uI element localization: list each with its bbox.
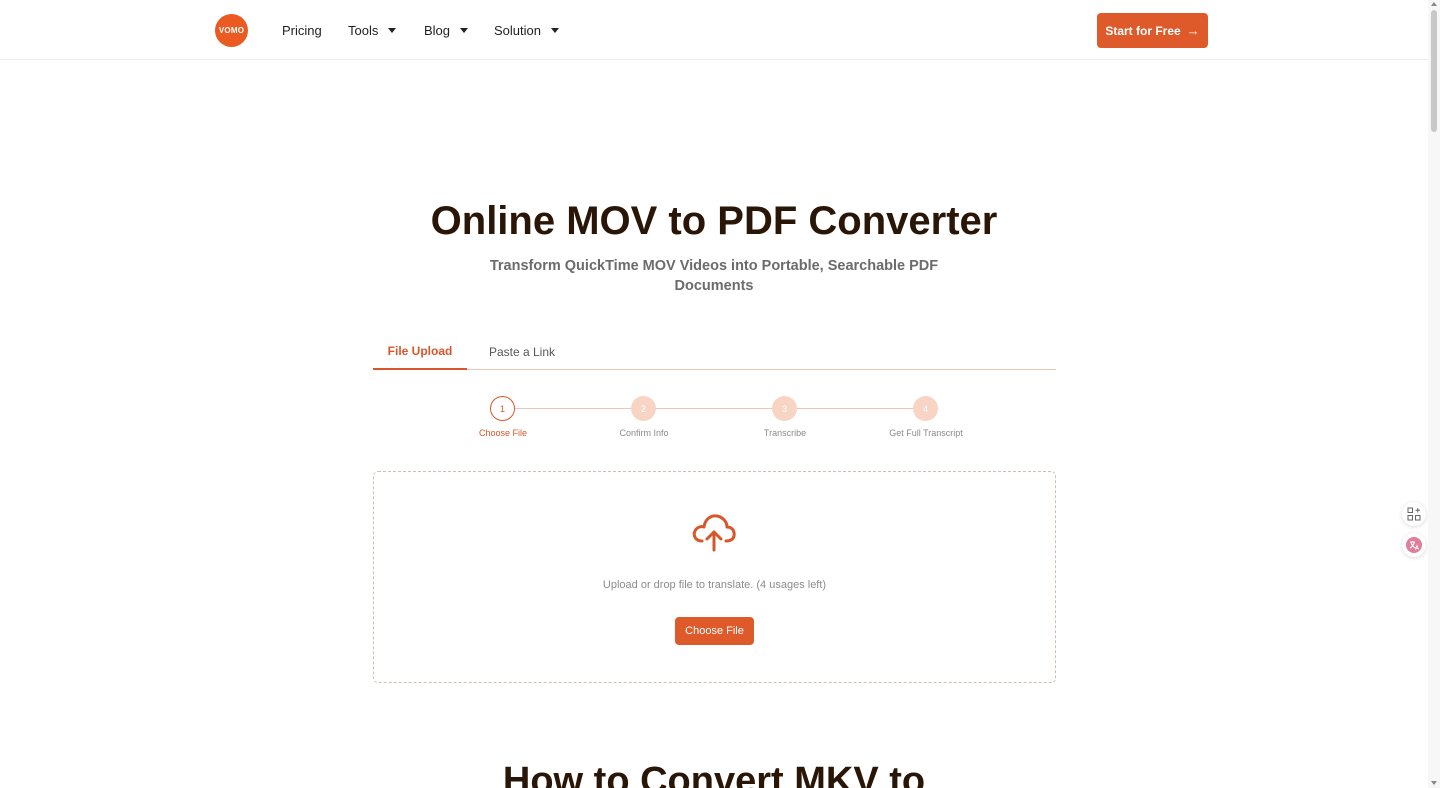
tab-file-upload[interactable]: File Upload [373,333,467,370]
nav-tools-label: Tools [348,22,379,38]
step-1-label: Choose File [478,428,528,438]
site-header: VOMO Pricing Tools Blog Solution Start f… [0,0,1428,60]
nav-blog[interactable]: Blog [424,0,469,60]
choose-file-button[interactable]: Choose File [675,617,754,645]
step-3-circle: 3 [772,396,797,421]
tab-paste-link[interactable]: Paste a Link [477,333,567,370]
nav-pricing[interactable]: Pricing [282,0,322,60]
vomo-logo[interactable]: VOMO [215,14,248,47]
page-subtitle: Transform QuickTime MOV Videos into Port… [489,258,939,294]
step-2-label: Confirm Info [619,428,669,438]
step-1-circle: 1 [490,396,515,421]
step-3-label: Transcribe [763,428,807,438]
translate-float-button[interactable] [1402,533,1426,557]
start-for-free-label: Start for Free [1105,23,1181,38]
caret-down-icon [550,28,559,33]
upload-hint: Upload or drop file to translate. (4 usa… [602,579,827,591]
nav-solution-label: Solution [494,22,541,38]
scrollbar-thumb[interactable] [1431,10,1437,132]
apps-float-button[interactable] [1402,502,1426,526]
page-title: Online MOV to PDF Converter [430,199,998,243]
steps-connector-line [503,408,926,409]
scroll-up-icon[interactable] [1431,2,1437,6]
upload-tabs: File Upload Paste a Link [373,333,1056,370]
arrow-right-icon: → [1186,23,1200,38]
page-scrollbar[interactable] [1428,0,1440,788]
step-4-circle: 4 [913,396,938,421]
nav-blog-label: Blog [424,22,451,38]
start-for-free-button[interactable]: Start for Free → [1097,13,1208,48]
nav-tools[interactable]: Tools [348,0,397,60]
caret-down-icon [388,28,397,33]
nav-solution[interactable]: Solution [494,0,559,60]
apps-icon [1407,507,1421,521]
file-drop-zone[interactable] [373,471,1056,683]
step-2-circle: 2 [631,396,656,421]
cloud-upload-icon [692,514,736,552]
nav-pricing-label: Pricing [282,22,322,38]
translate-icon [1406,537,1422,553]
step-4-label: Get Full Transcript [889,428,963,438]
scroll-down-icon[interactable] [1431,781,1437,785]
caret-down-icon [460,28,469,33]
how-to-heading: How to Convert MKV to [502,760,926,788]
